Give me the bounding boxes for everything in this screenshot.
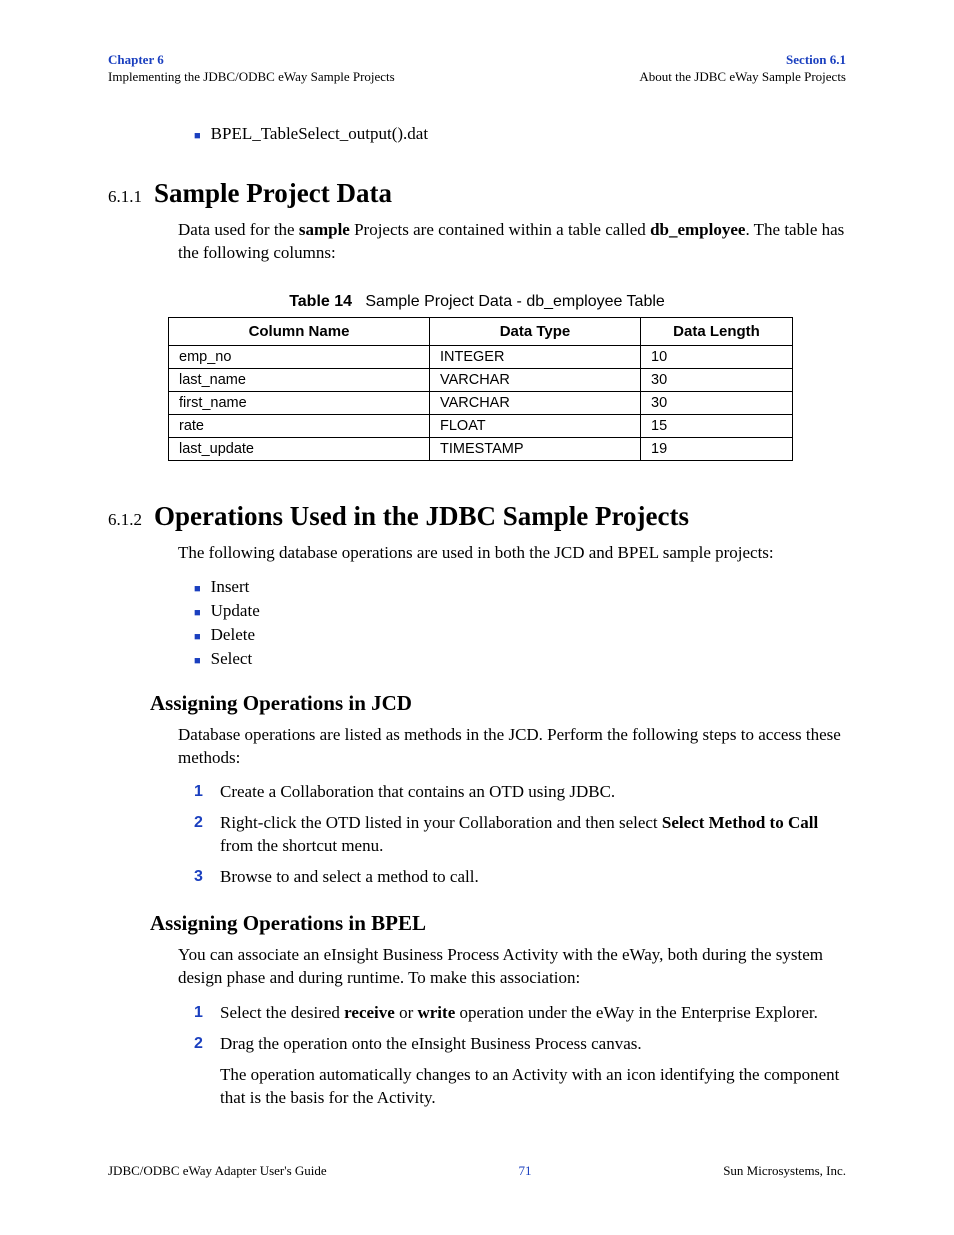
section-title: Operations Used in the JDBC Sample Proje… <box>154 501 689 532</box>
step-number: 3 <box>194 866 208 888</box>
cell: INTEGER <box>430 345 641 368</box>
col-header: Data Type <box>430 317 641 345</box>
page-number: 71 <box>518 1163 531 1179</box>
cell: first_name <box>169 391 430 414</box>
section-title: Sample Project Data <box>154 178 392 209</box>
text: or <box>395 1003 418 1022</box>
list-item: 3 Browse to and select a method to call. <box>194 866 846 889</box>
paragraph: The following database operations are us… <box>178 542 846 565</box>
cell: rate <box>169 414 430 437</box>
step-text: Right-click the OTD listed in your Colla… <box>220 812 846 858</box>
step-number: 2 <box>194 1033 208 1055</box>
cell: 30 <box>641 368 793 391</box>
cell: last_update <box>169 437 430 460</box>
bullet-text: Delete <box>211 625 255 645</box>
text: Right-click the OTD listed in your Colla… <box>220 813 662 832</box>
list-item: ■ BPEL_TableSelect_output().dat <box>194 124 846 144</box>
header-section: Section 6.1 <box>639 52 846 69</box>
footer-left: JDBC/ODBC eWay Adapter User's Guide <box>108 1163 327 1179</box>
paragraph: You can associate an eInsight Business P… <box>178 944 846 990</box>
text: Data used for the <box>178 220 299 239</box>
text-bold: write <box>417 1003 455 1022</box>
text-bold: receive <box>344 1003 395 1022</box>
text: Projects are contained within a table ca… <box>350 220 650 239</box>
cell: VARCHAR <box>430 368 641 391</box>
table-header-row: Column Name Data Type Data Length <box>169 317 793 345</box>
list-item: ■ Insert <box>194 577 846 597</box>
list-item: ■ Select <box>194 649 846 669</box>
step-number: 1 <box>194 1002 208 1024</box>
table-row: last_name VARCHAR 30 <box>169 368 793 391</box>
step-text: Select the desired receive or write oper… <box>220 1002 846 1025</box>
table-row: emp_no INTEGER 10 <box>169 345 793 368</box>
step-number: 1 <box>194 781 208 803</box>
section-number: 6.1.1 <box>108 187 142 207</box>
list-item: 2 Drag the operation onto the eInsight B… <box>194 1033 846 1056</box>
section-number: 6.1.2 <box>108 510 142 530</box>
section-heading-611: 6.1.1 Sample Project Data <box>108 178 846 209</box>
text-bold: sample <box>299 220 350 239</box>
step-text: Create a Collaboration that contains an … <box>220 781 846 804</box>
bullet-text: Update <box>211 601 260 621</box>
bullet-icon: ■ <box>194 655 201 667</box>
section-heading-612: 6.1.2 Operations Used in the JDBC Sample… <box>108 501 846 532</box>
header-chapter: Chapter 6 <box>108 52 395 69</box>
bullet-icon: ■ <box>194 583 201 595</box>
table-row: rate FLOAT 15 <box>169 414 793 437</box>
table-db-employee: Column Name Data Type Data Length emp_no… <box>168 317 793 461</box>
bullet-text: Insert <box>211 577 250 597</box>
page-footer: JDBC/ODBC eWay Adapter User's Guide 71 S… <box>108 1163 846 1179</box>
table-row: first_name VARCHAR 30 <box>169 391 793 414</box>
step-text: Browse to and select a method to call. <box>220 866 846 889</box>
paragraph: Database operations are listed as method… <box>178 724 846 770</box>
list-item: 1 Create a Collaboration that contains a… <box>194 781 846 804</box>
text: from the shortcut menu. <box>220 836 383 855</box>
paragraph: Data used for the sample Projects are co… <box>178 219 846 265</box>
text-bold: db_employee <box>650 220 745 239</box>
col-header: Column Name <box>169 317 430 345</box>
page-header: Chapter 6 Implementing the JDBC/ODBC eWa… <box>108 52 846 86</box>
paragraph: The operation automatically changes to a… <box>220 1064 846 1110</box>
col-header: Data Length <box>641 317 793 345</box>
cell: 15 <box>641 414 793 437</box>
text: operation under the eWay in the Enterpri… <box>455 1003 818 1022</box>
cell: emp_no <box>169 345 430 368</box>
table-caption: Table 14 Sample Project Data - db_employ… <box>108 293 846 311</box>
subheading-bpel: Assigning Operations in BPEL <box>150 911 846 936</box>
cell: FLOAT <box>430 414 641 437</box>
step-number: 2 <box>194 812 208 834</box>
bullet-text: Select <box>211 649 253 669</box>
subheading-jcd: Assigning Operations in JCD <box>150 691 846 716</box>
header-right-subtitle: About the JDBC eWay Sample Projects <box>639 69 846 86</box>
text-bold: Select Method to Call <box>662 813 818 832</box>
step-text: Drag the operation onto the eInsight Bus… <box>220 1033 846 1056</box>
bullet-icon: ■ <box>194 607 201 619</box>
table-row: last_update TIMESTAMP 19 <box>169 437 793 460</box>
list-item: ■ Delete <box>194 625 846 645</box>
list-item: 1 Select the desired receive or write op… <box>194 1002 846 1025</box>
text: Select the desired <box>220 1003 344 1022</box>
list-item: ■ Update <box>194 601 846 621</box>
bullet-icon: ■ <box>194 631 201 643</box>
table-caption-text: Sample Project Data - db_employee Table <box>365 293 664 310</box>
bullet-icon: ■ <box>194 130 201 142</box>
cell: VARCHAR <box>430 391 641 414</box>
cell: last_name <box>169 368 430 391</box>
list-item: 2 Right-click the OTD listed in your Col… <box>194 812 846 858</box>
bullet-text: BPEL_TableSelect_output().dat <box>211 124 428 144</box>
footer-right: Sun Microsystems, Inc. <box>723 1163 846 1179</box>
cell: 19 <box>641 437 793 460</box>
table-label: Table 14 <box>289 293 352 310</box>
cell: 30 <box>641 391 793 414</box>
cell: 10 <box>641 345 793 368</box>
header-left-subtitle: Implementing the JDBC/ODBC eWay Sample P… <box>108 69 395 86</box>
cell: TIMESTAMP <box>430 437 641 460</box>
